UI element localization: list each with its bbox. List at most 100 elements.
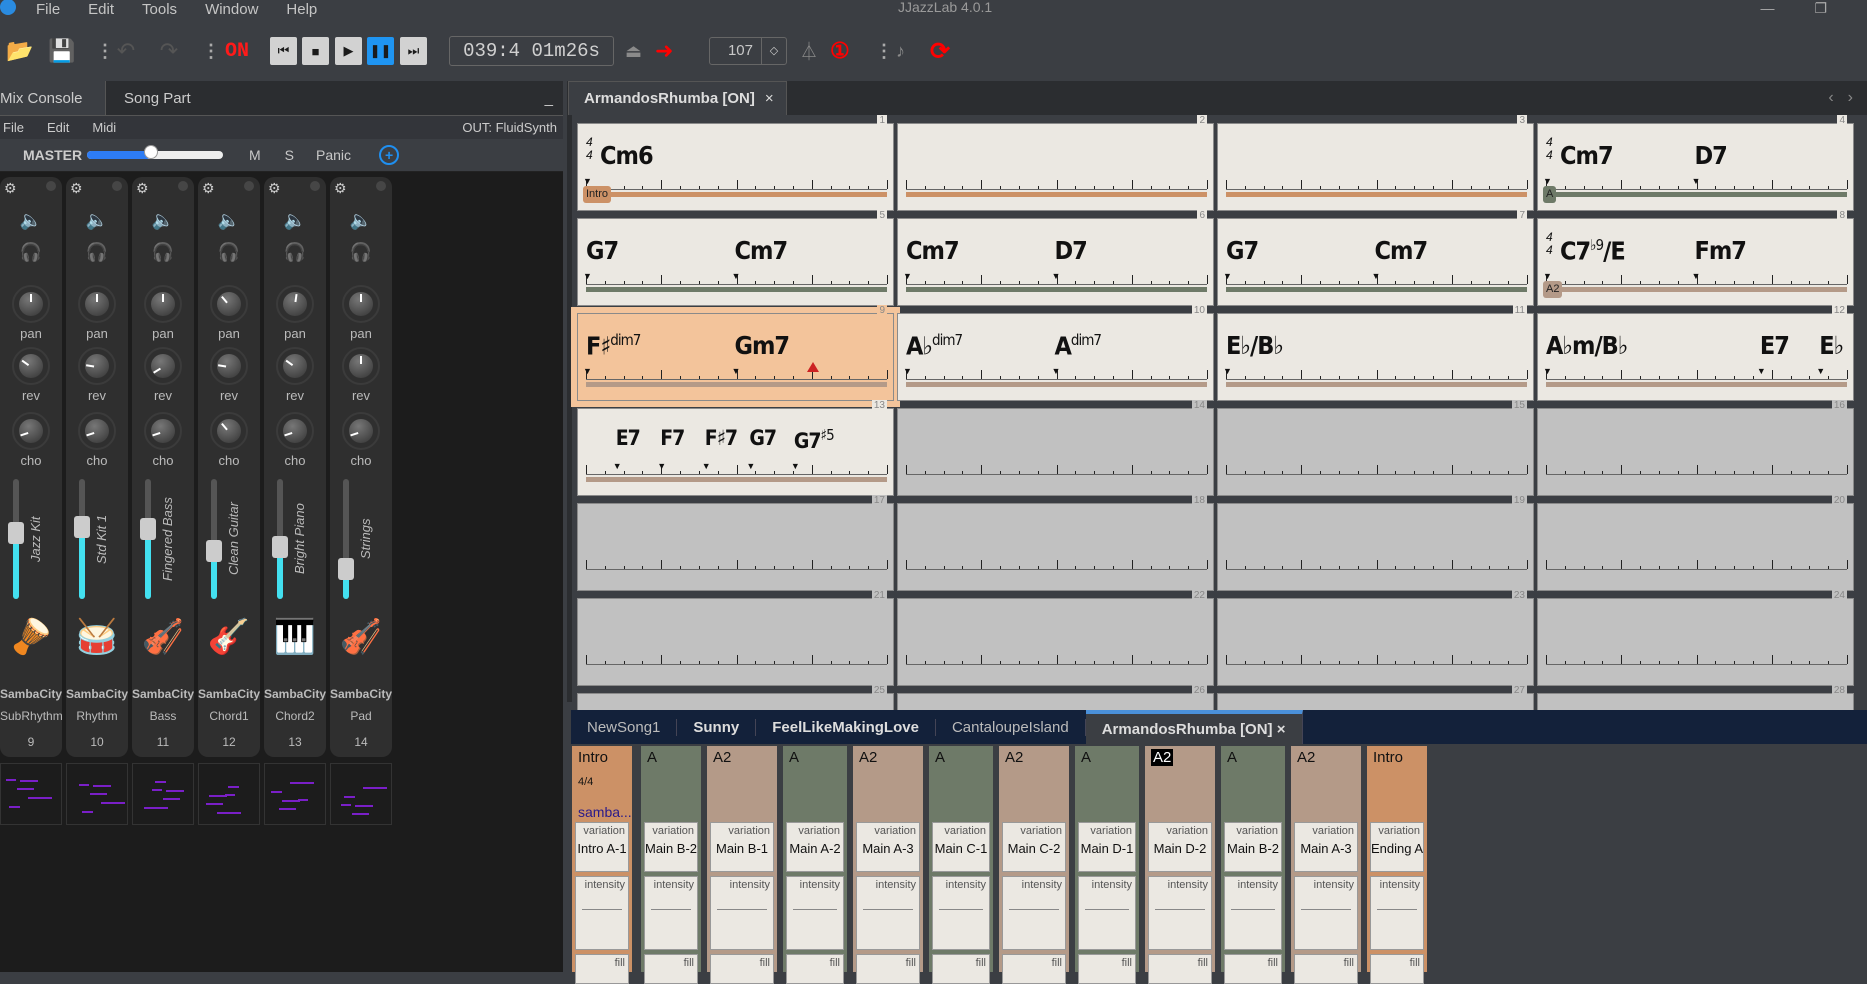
fill-box[interactable]: fill [1294, 954, 1358, 984]
bar-18[interactable]: 18 [897, 495, 1214, 591]
instrument-icon[interactable]: 🥁 [66, 617, 128, 657]
menu-file[interactable]: File [36, 1, 60, 18]
bar-24[interactable]: 24 [1537, 590, 1854, 686]
master-solo-button[interactable]: S [285, 147, 294, 163]
sync-icon[interactable]: ⟳ [930, 32, 950, 70]
chord-symbol[interactable]: F♯dim7 [586, 331, 641, 360]
variation-box[interactable]: variation Intro A-1 [575, 822, 629, 872]
bar-9[interactable]: 9 F♯dim7 ▼ Gm7 ▼ [571, 305, 900, 407]
pan-knob[interactable] [12, 285, 50, 323]
chord-symbol[interactable]: G7 [586, 236, 619, 265]
variation-box[interactable]: variation Main B-2 [644, 822, 698, 872]
close-tab-icon[interactable]: × [765, 90, 774, 107]
song-tab[interactable]: NewSong1 [571, 718, 678, 736]
intensity-box[interactable]: intensity [1078, 876, 1136, 950]
chord-symbol[interactable]: Cm7 [906, 236, 960, 265]
variation-box[interactable]: variation Main C-1 [932, 822, 990, 872]
master-mute-button[interactable]: M [249, 147, 261, 163]
fill-box[interactable]: fill [575, 954, 629, 984]
variation-box[interactable]: variation Main A-2 [786, 822, 844, 872]
instrument-name[interactable]: Clean Guitar [226, 479, 256, 599]
rev-knob[interactable] [342, 347, 380, 385]
volume-fader-thumb[interactable] [8, 522, 24, 544]
song-tab[interactable]: CantaloupeIsland [936, 718, 1086, 736]
phrase-preview[interactable] [264, 763, 326, 825]
phrase-preview[interactable] [0, 763, 62, 825]
bar-3[interactable]: 3 [1217, 115, 1534, 211]
instrument-icon[interactable]: 🪘 [0, 617, 62, 657]
bar-16[interactable]: 16 [1537, 400, 1854, 496]
song-part[interactable]: Avariation Main B-2 intensity fill [641, 746, 703, 984]
fill-box[interactable]: fill [856, 954, 920, 984]
mc-menu-edit[interactable]: Edit [47, 120, 69, 135]
mc-menu-midi[interactable]: Midi [92, 120, 116, 135]
song-tab[interactable]: ArmandosRhumba [ON] × [1085, 710, 1303, 744]
pan-knob[interactable] [342, 285, 380, 323]
bar-23[interactable]: 23 [1217, 590, 1534, 686]
minimize-panel-icon[interactable]: _ [545, 81, 553, 115]
metronome-icon[interactable]: ⏃ [800, 32, 818, 70]
instrument-icon[interactable]: 🎻 [132, 617, 194, 657]
bar-5[interactable]: 5 G7 ▼ Cm7 ▼ [577, 210, 894, 306]
variation-box[interactable]: variation Main A-3 [856, 822, 920, 872]
instrument-name[interactable]: Strings [358, 479, 388, 599]
speaker-mute-icon[interactable]: 🔈 [198, 210, 260, 231]
cho-knob[interactable] [78, 412, 116, 450]
song-part[interactable]: Intro 4/4 samba... variation Intro A-1 intens… [572, 746, 634, 984]
rev-knob[interactable] [78, 347, 116, 385]
tab-mix-console[interactable]: Mix Console [0, 81, 106, 115]
midi-on-toggle[interactable]: ON [225, 32, 249, 70]
headphones-solo-icon[interactable]: 🎧 [330, 242, 392, 263]
rev-knob[interactable] [210, 347, 248, 385]
song-part-label[interactable]: Intro [583, 186, 612, 203]
intensity-box[interactable]: intensity [786, 876, 844, 950]
cho-knob[interactable] [144, 412, 182, 450]
variation-box[interactable]: variation Main B-2 [1224, 822, 1282, 872]
chord-symbol[interactable]: D7 [1695, 141, 1728, 170]
intensity-box[interactable]: intensity [1370, 876, 1424, 950]
chord-symbol[interactable]: F7 [660, 426, 685, 450]
speaker-mute-icon[interactable]: 🔈 [66, 210, 128, 231]
volume-fader-thumb[interactable] [74, 516, 90, 538]
play-button[interactable]: ▶ [335, 37, 362, 65]
bar-4[interactable]: 4 4 4 Cm7 ▼ D7 ▼ A [1537, 115, 1854, 211]
chord-symbol[interactable]: Cm7 [1375, 236, 1429, 265]
cho-knob[interactable] [342, 412, 380, 450]
master-volume-thumb[interactable] [143, 145, 158, 159]
bar-22[interactable]: 22 [897, 590, 1214, 686]
instrument-icon[interactable]: 🎻 [330, 617, 392, 657]
bar-10[interactable]: 10 A♭dim7 ▼ Adim7 ▼ [897, 305, 1214, 401]
rev-knob[interactable] [144, 347, 182, 385]
mc-menu-file[interactable]: File [3, 120, 24, 135]
chord-symbol[interactable]: A♭dim7 [906, 331, 963, 360]
bar-12[interactable]: 12 A♭m/B♭ ▼ E7 ▼ E♭ ▼ [1537, 305, 1854, 401]
gear-icon[interactable]: ⚙ [268, 180, 281, 197]
cho-knob[interactable] [210, 412, 248, 450]
chord-symbol[interactable]: E7 [1760, 331, 1790, 360]
instrument-icon[interactable]: 🎸 [198, 617, 260, 657]
song-part[interactable]: Avariation Main C-1 intensity fill [929, 746, 995, 984]
bar-6[interactable]: 6 Cm7 ▼ D7 ▼ [897, 210, 1214, 306]
song-part-label[interactable]: A [1543, 186, 1557, 203]
variation-box[interactable]: variation Main D-1 [1078, 822, 1136, 872]
intensity-box[interactable]: intensity [575, 876, 629, 950]
fill-box[interactable]: fill [1370, 954, 1424, 984]
next-button[interactable]: ⏭ [400, 37, 427, 65]
phrase-preview[interactable] [198, 763, 260, 825]
volume-fader[interactable] [272, 479, 288, 599]
variation-box[interactable]: variation Main D-2 [1148, 822, 1212, 872]
fill-box[interactable]: fill [1078, 954, 1136, 984]
phrase-preview[interactable] [330, 763, 392, 825]
intensity-box[interactable]: intensity [856, 876, 920, 950]
tab-nav-arrows[interactable]: ‹› [1828, 89, 1867, 107]
master-volume-slider[interactable] [87, 145, 223, 159]
speaker-mute-icon[interactable]: 🔈 [330, 210, 392, 231]
chord-symbol[interactable]: E7 [616, 426, 641, 450]
chord-symbol[interactable]: F♯7 [705, 426, 738, 450]
song-part[interactable]: Avariation Main A-2 intensity fill [783, 746, 849, 984]
editor-tab[interactable]: ArmandosRhumba [ON] × [568, 81, 787, 115]
tempo-value[interactable]: 107 [710, 38, 762, 64]
song-tab[interactable]: FeelLikeMakingLove [756, 718, 936, 736]
tab-song-part[interactable]: Song Part [124, 81, 191, 115]
precount-icon[interactable]: ① [830, 32, 850, 70]
